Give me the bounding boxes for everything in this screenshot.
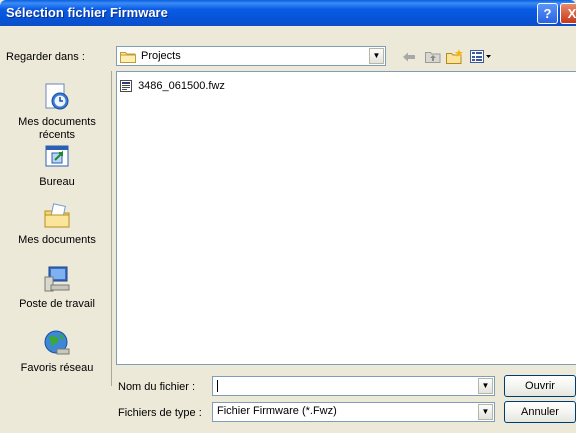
place-network-places[interactable]: Favoris réseau — [3, 327, 111, 375]
window-title: Sélection fichier Firmware — [6, 5, 168, 20]
places-bar: Mes documents récents Bureau Mes documen… — [3, 71, 112, 386]
help-button[interactable]: ? — [537, 3, 558, 24]
view-menu-button[interactable] — [470, 47, 492, 65]
firmware-file-icon — [120, 80, 138, 93]
new-folder-button[interactable] — [446, 47, 464, 65]
filetype-label: Fichiers de type : — [118, 407, 202, 419]
place-label: Poste de travail — [19, 298, 95, 310]
back-button[interactable] — [402, 47, 416, 65]
title-bar: Sélection fichier Firmware ? X — [0, 0, 576, 26]
cancel-button[interactable]: Annuler — [504, 401, 576, 423]
place-desktop[interactable]: Bureau — [3, 141, 111, 189]
list-item[interactable]: 3486_061500.fwz — [120, 80, 225, 93]
filetype-dropdown-button[interactable]: ▼ — [478, 404, 493, 420]
place-label: Mes documents — [18, 234, 96, 246]
close-button[interactable]: X — [560, 3, 576, 24]
help-icon: ? — [543, 6, 552, 21]
lookin-value: Projects — [141, 50, 181, 62]
chevron-down-icon: ▼ — [481, 407, 490, 416]
lookin-label: Regarder dans : — [6, 51, 85, 63]
lookin-dropdown-button[interactable]: ▼ — [369, 48, 384, 64]
back-arrow-icon — [402, 48, 416, 63]
lookin-combo[interactable]: Projects ▼ — [116, 46, 386, 66]
my-documents-icon — [3, 199, 111, 231]
filetype-value: Fichier Firmware (*.Fwz) — [217, 405, 337, 417]
close-icon: X — [567, 6, 576, 21]
up-folder-icon — [425, 48, 441, 64]
view-menu-icon — [470, 48, 492, 64]
place-label: Mes documents récents — [18, 116, 96, 141]
place-my-computer[interactable]: Poste de travail — [3, 263, 111, 311]
place-label: Bureau — [39, 176, 75, 188]
place-label: Favoris réseau — [20, 362, 94, 374]
recent-documents-icon — [3, 81, 111, 113]
network-places-icon — [3, 327, 111, 359]
filename-label: Nom du fichier : — [118, 381, 196, 393]
desktop-icon — [3, 141, 111, 173]
chevron-down-icon: ▼ — [481, 381, 490, 390]
file-name: 3486_061500.fwz — [138, 80, 225, 92]
place-recent-documents[interactable]: Mes documents récents — [3, 81, 111, 142]
text-caret — [217, 380, 218, 392]
file-list[interactable]: 3486_061500.fwz — [116, 71, 576, 365]
chevron-down-icon: ▼ — [372, 51, 381, 60]
up-folder-button[interactable] — [425, 47, 441, 65]
new-folder-icon — [446, 48, 464, 65]
my-computer-icon — [3, 263, 111, 295]
filename-input[interactable]: ▼ — [212, 376, 495, 396]
open-button[interactable]: Ouvrir — [504, 375, 576, 397]
filename-dropdown-button[interactable]: ▼ — [478, 378, 493, 394]
place-my-documents[interactable]: Mes documents — [3, 199, 111, 247]
filetype-select[interactable]: Fichier Firmware (*.Fwz) ▼ — [212, 402, 495, 422]
